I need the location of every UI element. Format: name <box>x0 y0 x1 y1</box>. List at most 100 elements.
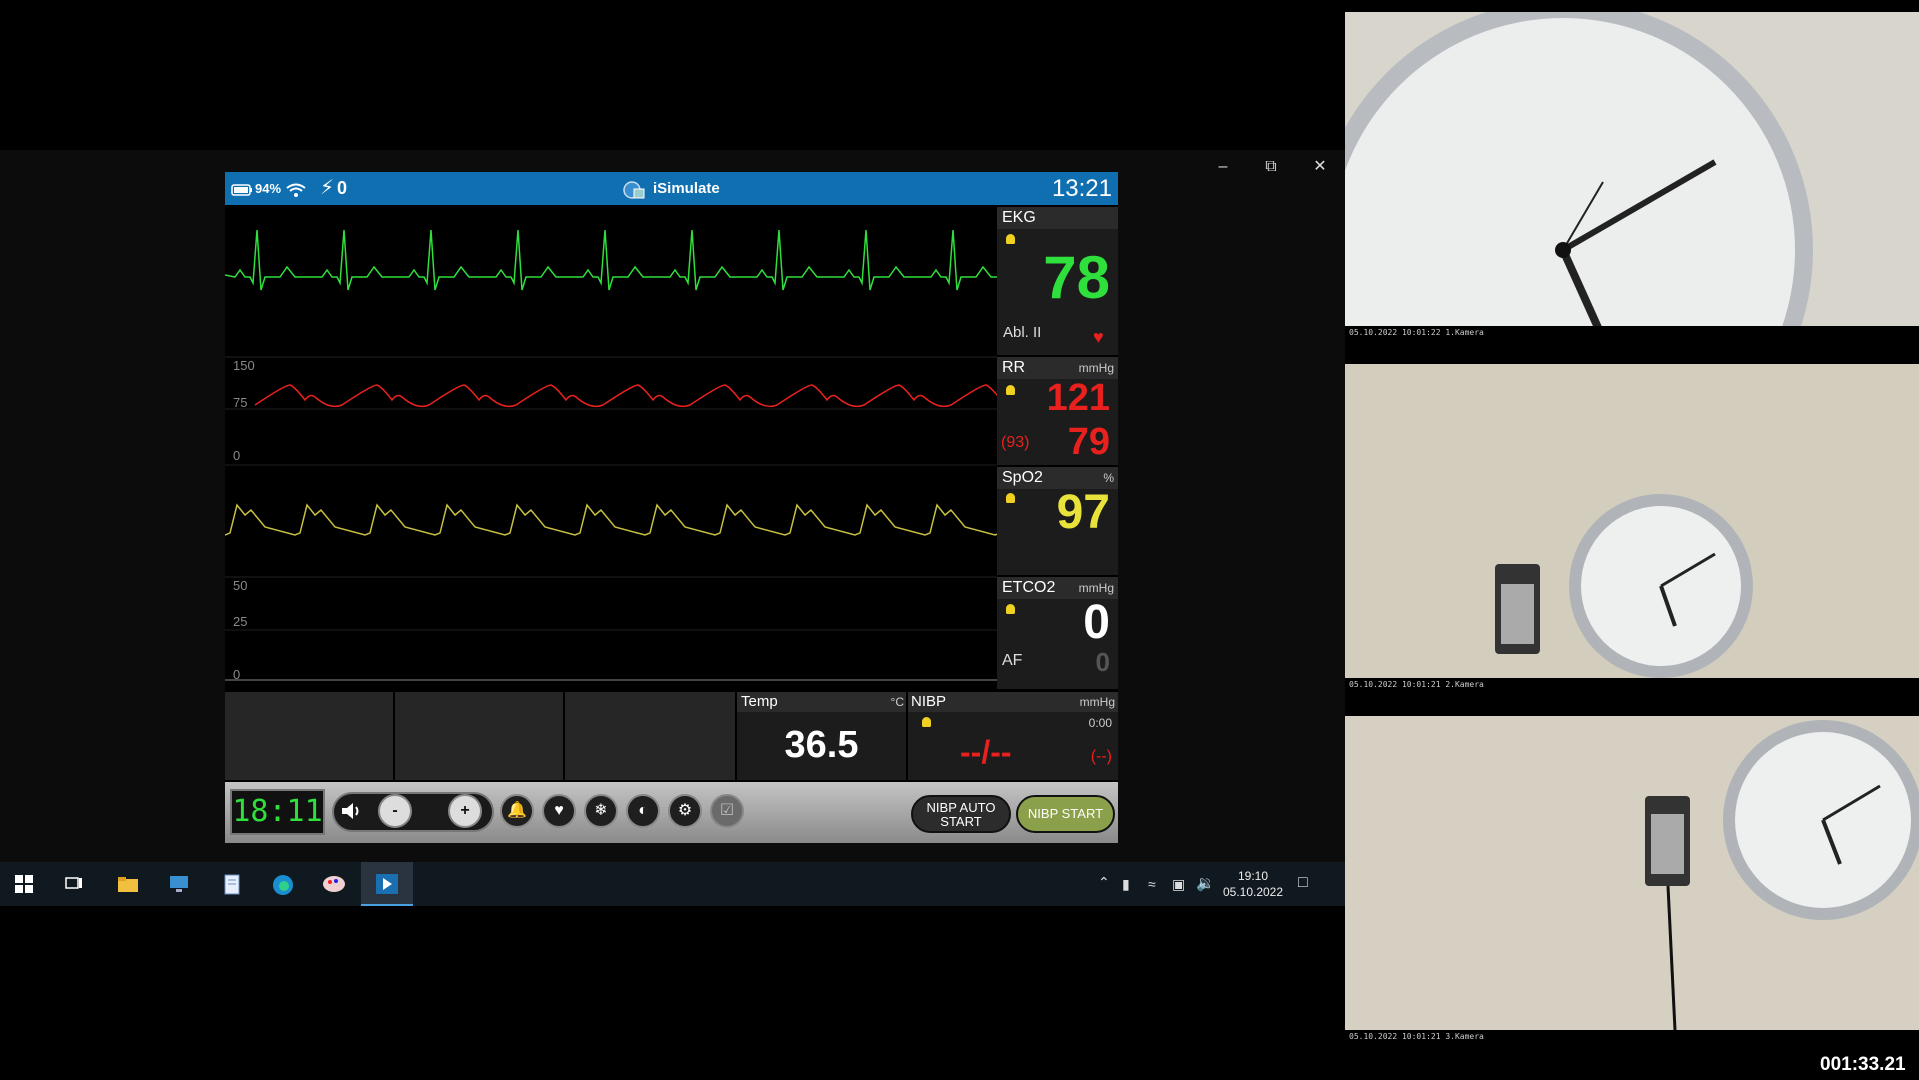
etco2-panel[interactable]: ETCO2 mmHg 0 AF 0 <box>997 577 1118 689</box>
paint-icon[interactable] <box>322 874 345 894</box>
rr-scale-mid: 75 <box>233 395 248 410</box>
spo2-label: SpO2 <box>1002 469 1043 486</box>
empty-panel-1[interactable] <box>225 692 395 780</box>
ekg-lead: Abl. II <box>1003 324 1042 341</box>
nibp-panel[interactable]: NIBP mmHg 0:00 --/-- (--) <box>908 692 1118 780</box>
battery-level: 94% <box>255 181 282 196</box>
af-label: AF <box>1002 652 1023 669</box>
rr-diastolic: 79 <box>1067 421 1110 463</box>
alarm-bell-icon <box>1006 493 1015 503</box>
lightning-icon: ⚡ <box>320 177 335 199</box>
nibp-label: NIBP <box>911 693 947 710</box>
camera-3-label: 05.10.2022 10:01:21 3.Kamera <box>1349 1032 1484 1041</box>
status-bar: 94% ⚡ 0 iSimulate 13:21 <box>225 172 1118 205</box>
shock-count: 0 <box>337 178 348 198</box>
speaker-icon[interactable] <box>334 794 368 828</box>
etco2-value: 0 <box>1083 596 1110 649</box>
wall-clock-device-image <box>1345 716 1919 1030</box>
rr-scale-top: 150 <box>233 358 255 373</box>
rr-waveform <box>254 384 997 408</box>
remote-desktop-icon[interactable] <box>168 874 190 894</box>
taskbar-time: 19:10 <box>1237 869 1269 883</box>
display-icon[interactable]: ▣ <box>1172 876 1185 893</box>
ekg-waveform <box>225 229 997 291</box>
wifi-icon <box>285 172 307 205</box>
etco2-label: ETCO2 <box>1002 579 1056 596</box>
empty-panel-2[interactable] <box>395 692 565 780</box>
heart-rate-value: 78 <box>1043 244 1110 311</box>
contrast-icon[interactable]: ◐ <box>626 794 660 828</box>
temp-unit: °C <box>890 695 904 709</box>
co2-scale-top: 50 <box>233 578 248 593</box>
ekg-panel[interactable]: EKG 78 Abl. II ♥ <box>997 207 1118 355</box>
alarm-bell-icon <box>1006 385 1015 395</box>
isimulate-app-icon <box>376 874 398 894</box>
recording-timer: 001:33.21 <box>1820 1054 1906 1075</box>
nibp-auto-start-button[interactable]: NIBP AUTO START <box>911 795 1011 833</box>
nibp-time: 0:00 <box>1088 716 1112 730</box>
co2-scale-low: 0 <box>233 667 241 682</box>
nibp-value: --/-- <box>960 734 1012 770</box>
alarm-bell-icon <box>1006 604 1015 614</box>
rr-systolic: 121 <box>1046 377 1110 419</box>
battery-tray-icon[interactable]: ▮ <box>1122 876 1130 893</box>
rr-panel[interactable]: RR mmHg 121 (93) 79 <box>997 357 1118 465</box>
camera-2-label: 05.10.2022 10:01:21 2.Kamera <box>1349 680 1484 689</box>
restore-button[interactable]: ⧉ <box>1256 158 1286 176</box>
volume-down-button[interactable]: - <box>378 794 412 828</box>
minimize-button[interactable]: – <box>1208 158 1238 176</box>
notification-icon[interactable]: □ <box>1298 874 1308 892</box>
alarm-bell-icon <box>922 717 931 727</box>
task-view-icon[interactable] <box>64 874 86 894</box>
chevron-up-icon[interactable]: ⌃ <box>1098 874 1110 891</box>
nibp-start-button[interactable]: NIBP START <box>1016 795 1115 833</box>
freeze-icon[interactable]: ❄ <box>584 794 618 828</box>
rr-scale-low: 0 <box>233 448 241 463</box>
spo2-panel[interactable]: SpO2% 97 <box>997 467 1118 575</box>
wall-clock-device-image <box>1345 364 1919 678</box>
app-title: iSimulate <box>653 180 720 197</box>
co2-scale-mid: 25 <box>233 614 248 629</box>
alarm-bell-icon <box>1006 234 1015 244</box>
ekg-label: EKG <box>997 207 1118 229</box>
wall-clock-image <box>1345 12 1919 326</box>
spo2-waveform <box>225 503 997 536</box>
camera-1-label: 05.10.2022 10:01:22 1.Kamera <box>1349 328 1484 337</box>
rr-label: RR <box>1002 359 1026 376</box>
edge-browser-icon[interactable] <box>272 874 294 895</box>
af-value: 0 <box>1095 647 1110 677</box>
camera-feed-1 <box>1345 12 1919 326</box>
heart-icon[interactable]: ♥ <box>542 794 576 828</box>
monitor-clock: 13:21 <box>1051 175 1112 202</box>
temp-panel[interactable]: Temp °C 36.5 <box>737 692 908 780</box>
taskbar-active-app[interactable] <box>361 862 413 906</box>
taskbar-date: 05.10.2022 <box>1222 885 1284 899</box>
clipboard-icon[interactable]: ☑ <box>710 794 744 828</box>
camera-feed-3 <box>1345 716 1919 1030</box>
rr-mean: (93) <box>1001 434 1030 451</box>
timer-display[interactable]: 18:11 <box>230 789 325 835</box>
empty-panel-3[interactable] <box>565 692 737 780</box>
gear-icon[interactable]: ⚙ <box>668 794 702 828</box>
battery-icon <box>231 172 253 205</box>
volume-icon[interactable]: 🔉 <box>1196 874 1215 892</box>
temp-label: Temp <box>741 693 778 710</box>
close-button[interactable]: ✕ <box>1305 158 1335 176</box>
heart-icon: ♥ <box>1093 327 1104 347</box>
file-explorer-icon[interactable] <box>117 874 139 894</box>
nibp-unit: mmHg <box>1079 695 1115 709</box>
network-icon[interactable]: ≈ <box>1148 876 1156 892</box>
spo2-value: 97 <box>1056 486 1110 539</box>
waveform-area <box>225 229 997 681</box>
alarm-bell-icon[interactable]: 🔔 <box>500 794 534 828</box>
taskbar-clock[interactable]: 19:10 05.10.2022 <box>1222 868 1284 900</box>
app-logo-icon <box>622 172 646 205</box>
nibp-mean: (--) <box>1090 748 1112 765</box>
notepad-icon[interactable] <box>222 874 244 895</box>
rr-unit: mmHg <box>1078 361 1114 375</box>
temp-value: 36.5 <box>784 724 859 766</box>
volume-up-button[interactable]: + <box>448 794 482 828</box>
windows-taskbar <box>0 862 1345 906</box>
windows-start-icon[interactable] <box>14 874 36 894</box>
camera-feed-2 <box>1345 364 1919 678</box>
